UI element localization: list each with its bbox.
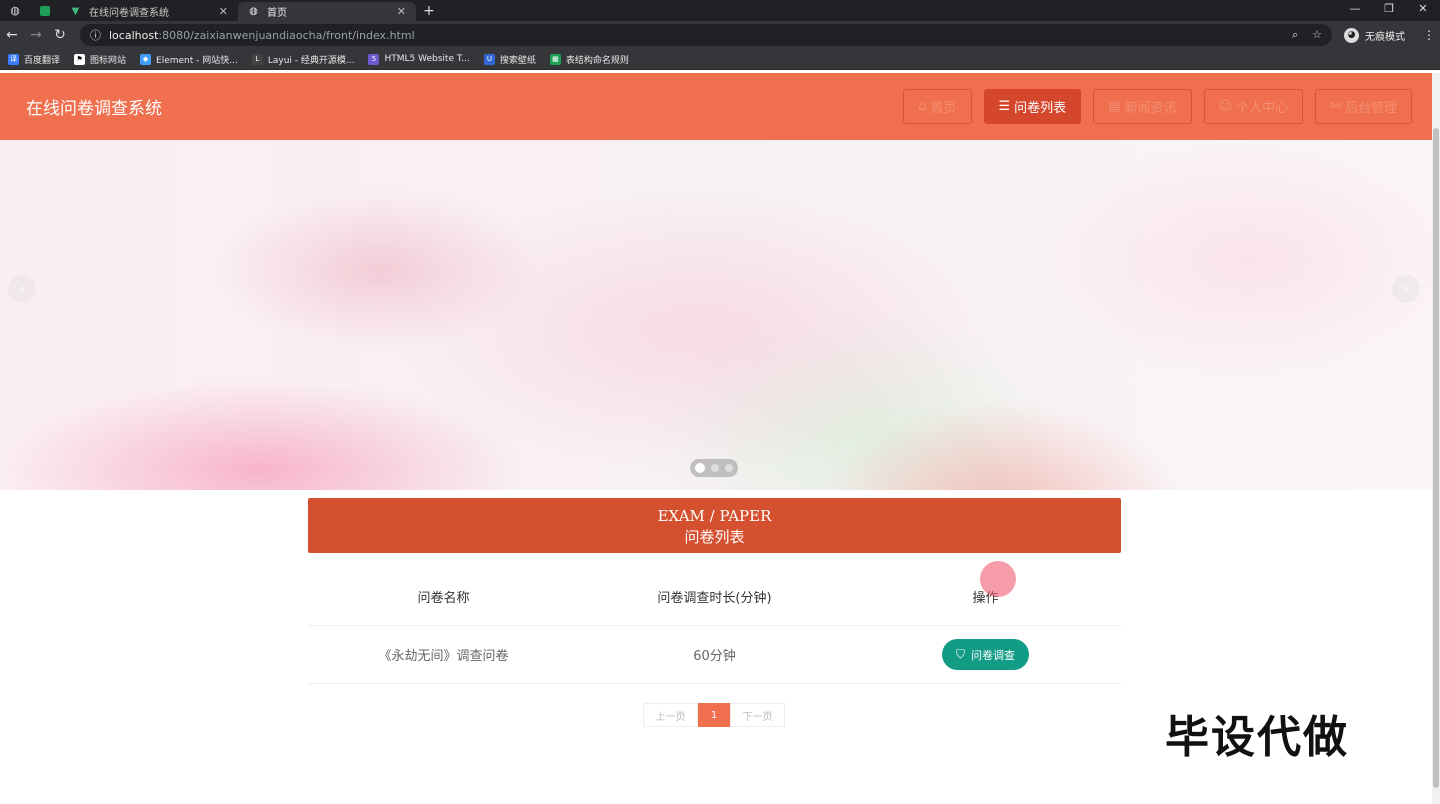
shield-check-icon: ⛉ xyxy=(955,647,965,661)
browser-tab-active[interactable]: ◍ 首页 ✕ xyxy=(238,2,416,21)
section-title-cn: 问卷列表 xyxy=(684,528,745,546)
flag-icon: ⚑ xyxy=(74,53,86,65)
survey-name: 《永劫无间》调查问卷 xyxy=(378,649,509,664)
page-viewport: 在线问卷调查系统 ⌂ 首页 ☰ 问卷列表 ▤ 新闻资讯 ☺ 个人中心 ⚯ 后台管理 ‹ ›… xyxy=(0,73,1440,804)
scrollbar-thumb[interactable] xyxy=(1433,128,1439,788)
chevron-right-icon[interactable]: › xyxy=(1392,275,1420,303)
nav-profile[interactable]: ☺ 个人中心 xyxy=(1203,89,1304,124)
close-tab-icon[interactable]: ✕ xyxy=(397,5,406,18)
link-icon: ⚯ xyxy=(1330,99,1341,114)
carousel-indicators xyxy=(690,459,738,477)
prev-page-button[interactable]: 上一页 xyxy=(643,703,698,727)
take-survey-button[interactable]: ⛉ 问卷调查 xyxy=(941,639,1029,670)
bookmark-item[interactable]: ◆ Element - 网站快... xyxy=(140,53,238,66)
watermark-text: 毕设代做 xyxy=(1165,712,1349,763)
bookmark-item[interactable]: ▦ 表结构命名规则 xyxy=(549,53,629,66)
column-header: 问卷名称 xyxy=(417,591,470,606)
banner-carousel: ‹ › xyxy=(0,140,1432,490)
bookmark-item[interactable]: L Layui - 经典开源模... xyxy=(251,53,354,66)
nav-home[interactable]: ⌂ 首页 xyxy=(903,89,972,124)
section-heading: EXAM / PAPER 问卷列表 xyxy=(308,498,1121,553)
carousel-dot[interactable] xyxy=(711,464,719,472)
html5-icon: 5 xyxy=(368,53,380,65)
nav-survey-list[interactable]: ☰ 问卷列表 xyxy=(983,89,1082,124)
browser-tab-strip: ◍ ▼ 在线问卷调查系统 ✕ ◍ 首页 ✕ + — ❐ ✕ xyxy=(0,0,1440,21)
main-nav: ⌂ 首页 ☰ 问卷列表 ▤ 新闻资讯 ☺ 个人中心 ⚯ 后台管理 xyxy=(903,89,1412,124)
incognito-indicator[interactable]: ◕ 无痕模式 ⋮ xyxy=(1344,27,1435,43)
close-window-icon[interactable]: ✕ xyxy=(1406,0,1440,21)
chevron-left-icon[interactable]: ‹ xyxy=(8,275,36,303)
bookmark-item[interactable]: U 搜索壁纸 xyxy=(483,53,536,66)
forward-icon[interactable]: → xyxy=(24,27,48,43)
home-icon: ⌂ xyxy=(918,99,927,114)
element-icon: ◆ xyxy=(140,53,152,65)
globe-icon: ◍ xyxy=(10,4,20,17)
nav-news[interactable]: ▤ 新闻资讯 xyxy=(1093,89,1192,124)
current-page-button[interactable]: 1 xyxy=(698,703,730,727)
site-title: 在线问卷调查系统 xyxy=(26,99,162,119)
info-icon[interactable]: ⓘ xyxy=(90,27,101,43)
browser-toolbar: ← → ↻ ⓘ localhost:8080/zaixianwenjuandia… xyxy=(0,21,1440,49)
action-cell: ⛉ 问卷调查 xyxy=(850,639,1121,670)
user-icon: ☺ xyxy=(1218,99,1233,114)
reload-icon[interactable]: ↻ xyxy=(48,27,72,43)
wallpaper-icon: U xyxy=(483,53,495,65)
layui-icon: L xyxy=(251,53,263,65)
globe-icon: ◍ xyxy=(249,6,258,17)
minimize-icon[interactable]: — xyxy=(1338,0,1372,21)
vue-icon: ▼ xyxy=(71,6,80,17)
back-icon[interactable]: ← xyxy=(0,27,24,43)
column-header: 问卷调查时长(分钟) xyxy=(657,591,772,606)
click-highlight xyxy=(980,561,1016,597)
close-tab-icon[interactable]: ✕ xyxy=(219,5,228,18)
next-page-button[interactable]: 下一页 xyxy=(730,703,785,727)
news-icon: ▤ xyxy=(1108,99,1121,114)
carousel-dot[interactable] xyxy=(725,464,733,472)
sheet-icon: ▦ xyxy=(549,53,561,65)
restore-icon[interactable]: ❐ xyxy=(1372,0,1406,21)
incognito-icon: ◕ xyxy=(1344,27,1359,43)
pagination: 上一页 1 下一页 xyxy=(643,703,785,727)
zoom-icon[interactable]: ⌕ xyxy=(1292,28,1298,42)
pinned-tab-sheet[interactable] xyxy=(30,0,60,21)
star-icon[interactable]: ☆ xyxy=(1312,28,1322,42)
section-title-en: EXAM / PAPER xyxy=(657,507,772,525)
page-scrollbar[interactable] xyxy=(1432,73,1440,804)
pinned-tab[interactable]: ◍ xyxy=(0,0,30,21)
menu-dots-icon[interactable]: ⋮ xyxy=(1423,28,1435,42)
address-bar[interactable]: ⓘ localhost:8080/zaixianwenjuandiaocha/f… xyxy=(80,24,1332,46)
table-row: 《永劫无间》调查问卷 60分钟 ⛉ 问卷调查 xyxy=(308,626,1121,684)
nav-admin[interactable]: ⚯ 后台管理 xyxy=(1315,89,1412,124)
new-tab-button[interactable]: + xyxy=(416,2,442,21)
survey-duration: 60分钟 xyxy=(693,649,736,664)
translate-icon: 译 xyxy=(8,53,19,65)
bookmark-item[interactable]: 译百度翻译 xyxy=(8,53,60,66)
window-controls: — ❐ ✕ xyxy=(1338,0,1440,21)
list-icon: ☰ xyxy=(998,99,1011,114)
bookmark-item[interactable]: ⚑ 图标网站 xyxy=(74,53,126,66)
bookmarks-bar: 译百度翻译 ⚑ 图标网站 ◆ Element - 网站快... L Layui - 经… xyxy=(0,49,1440,70)
browser-tab[interactable]: ▼ 在线问卷调查系统 ✕ xyxy=(60,2,238,21)
bookmark-item[interactable]: 5 HTML5 Website T... xyxy=(368,53,470,65)
site-header: 在线问卷调查系统 ⌂ 首页 ☰ 问卷列表 ▤ 新闻资讯 ☺ 个人中心 ⚯ 后台管理 xyxy=(0,73,1440,140)
carousel-dot[interactable] xyxy=(695,463,705,473)
sheet-icon xyxy=(40,5,50,16)
